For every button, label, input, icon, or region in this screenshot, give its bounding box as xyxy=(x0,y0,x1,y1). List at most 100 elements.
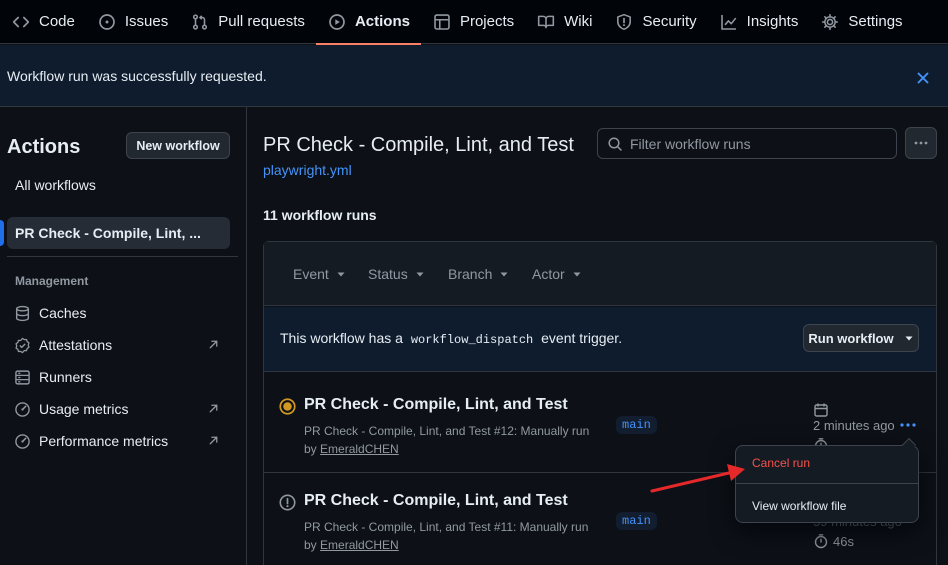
filter-actor-label: Actor xyxy=(532,266,565,282)
meter-icon xyxy=(15,433,30,449)
run-title[interactable]: PR Check - Compile, Lint, and Test xyxy=(304,492,568,510)
filter-status-label: Status xyxy=(368,266,408,282)
run-by: by EmeraldCHEN xyxy=(304,442,399,456)
run-subtitle: PR Check - Compile, Lint, and Test #12: … xyxy=(304,424,590,438)
usage-metrics-label: Usage metrics xyxy=(39,401,129,417)
triangle-down-icon xyxy=(416,272,424,277)
runs-filter-bar xyxy=(264,242,936,306)
play-icon xyxy=(329,13,345,30)
kebab-horizontal-icon[interactable] xyxy=(898,416,918,434)
sidebar-divider xyxy=(7,256,238,257)
database-icon xyxy=(15,305,30,321)
actor-link[interactable]: EmeraldCHEN xyxy=(320,538,399,552)
filter-event[interactable]: Event xyxy=(293,266,346,282)
sidebar-item-all-workflows[interactable]: All workflows xyxy=(15,177,96,193)
tab-settings-label: Settings xyxy=(848,13,903,30)
triangle-down-icon xyxy=(337,272,345,277)
shield-icon xyxy=(617,13,632,30)
sidebar-item-usage-metrics[interactable]: Usage metrics xyxy=(14,399,224,419)
cancel-run-menu-item[interactable]: Cancel run xyxy=(752,456,810,470)
flash-message: Workflow run was successfully requested. xyxy=(7,68,267,84)
dispatch-code: workflow_dispatch xyxy=(410,333,534,347)
meter-icon xyxy=(15,401,30,417)
management-heading: Management xyxy=(15,274,89,288)
dispatch-text: This workflow has a workflow_dispatch ev… xyxy=(280,330,622,347)
caches-label: Caches xyxy=(39,305,87,321)
branch-label[interactable]: main xyxy=(616,416,657,434)
tab-pull-requests-label: Pull requests xyxy=(218,13,305,30)
tab-security-label: Security xyxy=(642,13,697,30)
stopwatch-icon xyxy=(814,534,828,549)
run-duration: 46s xyxy=(833,534,854,549)
tab-projects-label: Projects xyxy=(459,13,515,30)
filter-branch-label: Branch xyxy=(448,266,493,282)
tab-settings[interactable]: Settings xyxy=(809,0,913,44)
server-icon xyxy=(15,369,30,385)
dispatch-text-before: This workflow has a xyxy=(280,330,403,346)
book-icon xyxy=(538,15,555,28)
alert-circle-icon xyxy=(279,494,296,511)
in-progress-icon xyxy=(279,398,296,415)
code-icon xyxy=(12,16,30,27)
triangle-down-icon xyxy=(573,272,581,277)
sidebar-title: Actions xyxy=(7,136,81,158)
run-workflow-button[interactable]: Run workflow xyxy=(803,324,919,352)
sidebar-item-runners[interactable]: Runners xyxy=(14,367,224,387)
tab-security[interactable]: Security xyxy=(603,0,707,44)
sidebar-item-selected-workflow-label: PR Check - Compile, Lint, ... xyxy=(15,225,201,241)
tab-issues[interactable]: Issues xyxy=(86,0,179,44)
tab-projects[interactable]: Projects xyxy=(421,0,525,44)
new-workflow-button[interactable]: New workflow xyxy=(126,132,230,159)
tab-code-label: Code xyxy=(39,13,75,30)
tab-insights-label: Insights xyxy=(746,13,799,30)
filter-runs xyxy=(597,128,897,159)
tab-code[interactable]: Code xyxy=(0,0,86,44)
run-time: 2 minutes ago xyxy=(813,418,895,433)
triangle-down-icon xyxy=(500,272,508,277)
x-icon[interactable] xyxy=(914,69,932,87)
link-external-icon xyxy=(209,404,218,413)
sidebar-item-performance-metrics[interactable]: Performance metrics xyxy=(14,431,224,451)
branch-label[interactable]: main xyxy=(616,512,657,530)
search-icon xyxy=(608,137,622,151)
kebab-horizontal-icon xyxy=(914,141,928,145)
issue-opened-icon xyxy=(99,13,115,30)
view-workflow-file-menu-item[interactable]: View workflow file xyxy=(752,499,846,513)
actor-link[interactable]: EmeraldCHEN xyxy=(320,442,399,456)
verified-icon xyxy=(15,337,30,353)
workflow-options-button[interactable] xyxy=(905,127,937,159)
graph-icon xyxy=(720,14,737,30)
run-by: by EmeraldCHEN xyxy=(304,538,399,552)
dispatch-text-after: event trigger. xyxy=(541,330,623,346)
repo-nav: Code Issues Pull requests Actions Projec… xyxy=(0,0,948,45)
attestations-label: Attestations xyxy=(39,337,113,353)
filter-actor[interactable]: Actor xyxy=(532,266,582,282)
tab-pull-requests[interactable]: Pull requests xyxy=(179,0,316,44)
git-pull-request-icon xyxy=(193,13,208,30)
filter-branch[interactable]: Branch xyxy=(448,266,509,282)
runners-label: Runners xyxy=(39,369,92,385)
page-title: PR Check - Compile, Lint, and Test xyxy=(263,134,574,156)
tab-issues-label: Issues xyxy=(124,13,169,30)
run-by-prefix: by xyxy=(304,538,317,552)
selected-indicator xyxy=(0,220,4,246)
sidebar-item-caches[interactable]: Caches xyxy=(14,303,224,323)
run-by-prefix: by xyxy=(304,442,317,456)
table-icon xyxy=(434,13,450,30)
calendar-icon xyxy=(814,403,828,417)
filter-event-label: Event xyxy=(293,266,329,282)
tab-insights[interactable]: Insights xyxy=(708,0,810,44)
run-workflow-label: Run workflow xyxy=(808,330,894,346)
sidebar-item-attestations[interactable]: Attestations xyxy=(14,335,224,355)
performance-metrics-label: Performance metrics xyxy=(39,433,169,449)
tab-actions-label: Actions xyxy=(354,13,410,30)
tab-wiki[interactable]: Wiki xyxy=(525,0,603,44)
triangle-down-icon xyxy=(905,336,913,341)
tab-actions[interactable]: Actions xyxy=(315,0,421,45)
link-external-icon xyxy=(209,436,218,445)
filter-runs-input[interactable] xyxy=(630,133,890,155)
workflow-file-link[interactable]: playwright.yml xyxy=(263,162,352,178)
gear-icon xyxy=(822,13,839,30)
run-title[interactable]: PR Check - Compile, Lint, and Test xyxy=(304,396,568,414)
filter-status[interactable]: Status xyxy=(368,266,425,282)
